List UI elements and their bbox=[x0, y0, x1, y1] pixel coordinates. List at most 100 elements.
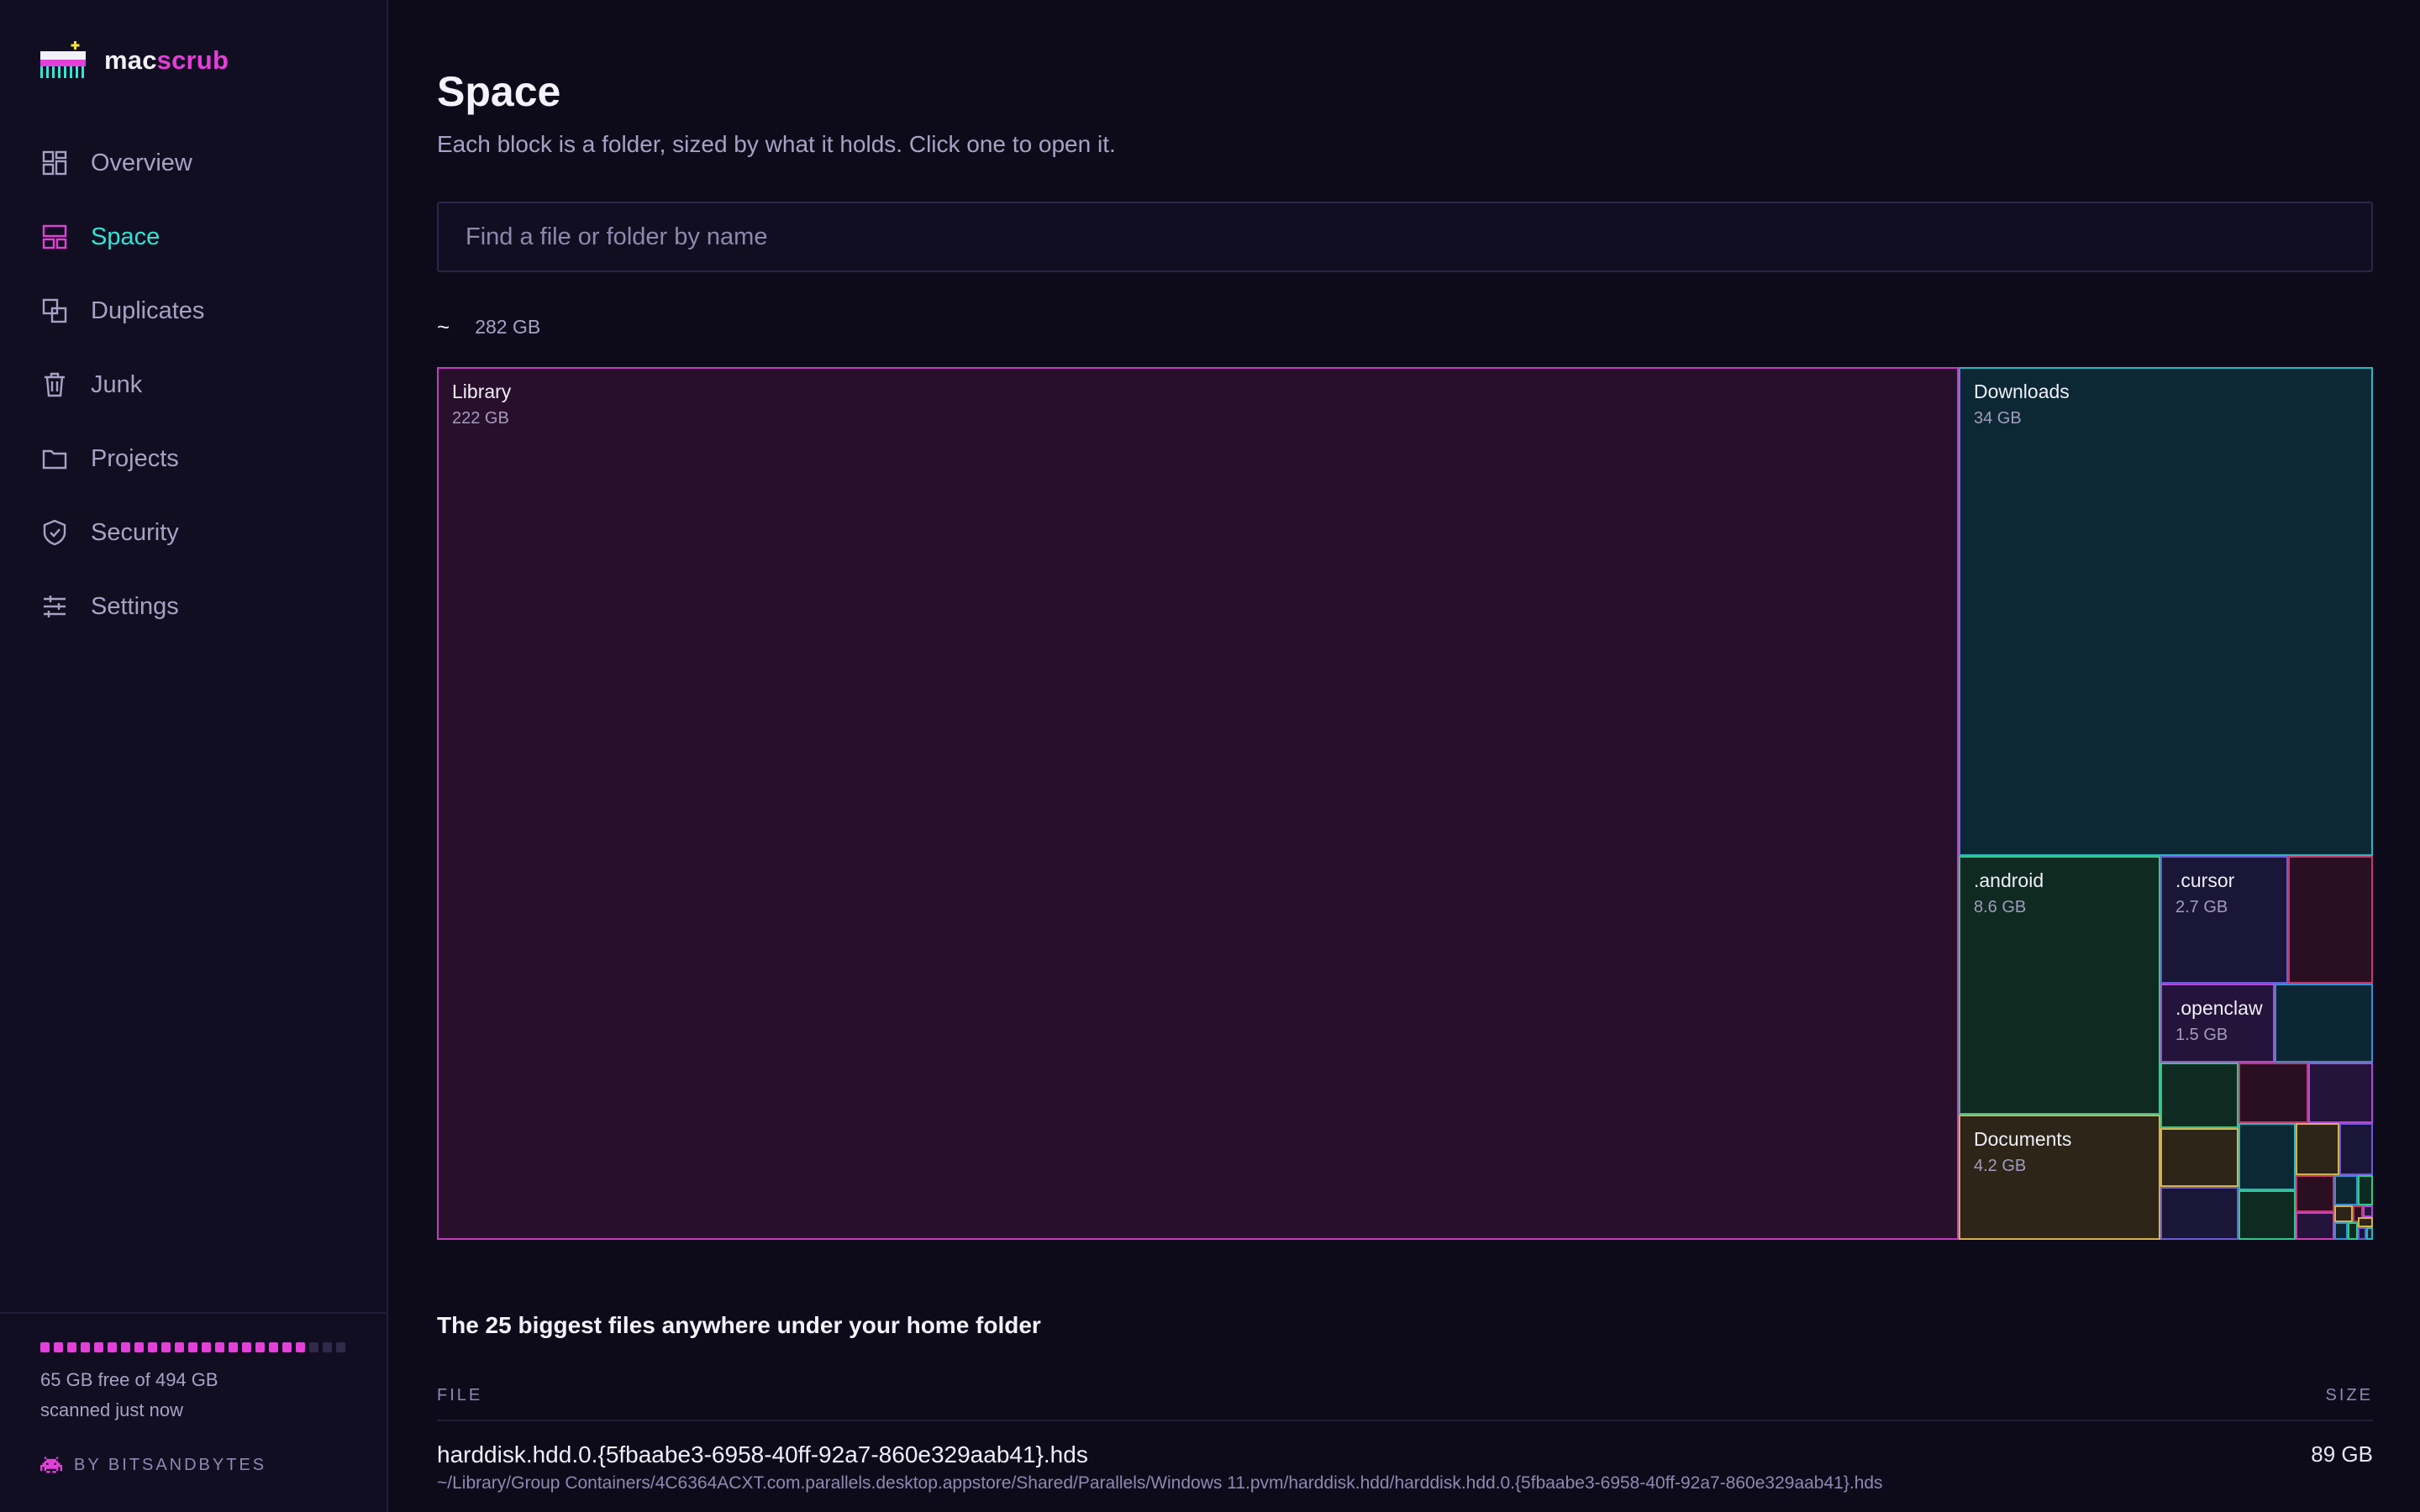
treemap-tile[interactable] bbox=[2238, 1063, 2308, 1123]
treemap-tile-downloads[interactable]: Downloads 34 GB bbox=[1959, 367, 2373, 856]
storage-meter-segment bbox=[323, 1342, 332, 1352]
storage-meter-segment bbox=[94, 1342, 103, 1352]
treemap-tile[interactable] bbox=[2334, 1205, 2353, 1222]
storage-free-text: 65 GB free of 494 GB bbox=[40, 1369, 218, 1390]
app-name-part1: mac bbox=[104, 45, 157, 75]
treemap-tile-android[interactable]: .android 8.6 GB bbox=[1959, 856, 2160, 1115]
storage-meter-segment bbox=[175, 1342, 184, 1352]
treemap-tile[interactable] bbox=[2358, 1175, 2373, 1205]
page-subtitle: Each block is a folder, sized by what it… bbox=[437, 131, 1116, 157]
storage-meter-segment bbox=[242, 1342, 251, 1352]
storage-meter-segment bbox=[108, 1342, 117, 1352]
column-header-size: SIZE bbox=[2325, 1386, 2373, 1404]
tile-size: 34 GB bbox=[1974, 409, 2022, 428]
sidebar-item-junk[interactable]: Junk bbox=[0, 348, 387, 422]
sidebar-item-space[interactable]: Space bbox=[0, 200, 387, 274]
treemap: Library 222 GB Downloads 34 GB .android … bbox=[437, 367, 2373, 1240]
treemap-tile[interactable] bbox=[2358, 1227, 2366, 1240]
storage-meter-segment bbox=[81, 1342, 90, 1352]
treemap-tile[interactable] bbox=[2334, 1175, 2358, 1205]
storage-meter-segment bbox=[229, 1342, 238, 1352]
space-invader-icon bbox=[40, 1457, 62, 1473]
sidebar-nav: Overview Space Duplicates Junk Projects … bbox=[0, 126, 387, 643]
treemap-tile[interactable] bbox=[2339, 1123, 2373, 1175]
storage-meter bbox=[40, 1342, 345, 1352]
treemap-tile[interactable] bbox=[2160, 1128, 2238, 1187]
sidebar-item-settings[interactable]: Settings bbox=[0, 570, 387, 643]
sidebar-item-label: Overview bbox=[91, 149, 192, 176]
tile-name: Documents bbox=[1974, 1128, 2072, 1150]
storage-meter-segment bbox=[336, 1342, 345, 1352]
search-input[interactable] bbox=[437, 202, 2373, 272]
storage-meter-segment bbox=[296, 1342, 305, 1352]
credit[interactable]: BY BITSANDBYTES bbox=[40, 1455, 266, 1475]
tile-size: 2.7 GB bbox=[2175, 898, 2228, 916]
storage-meter-segment bbox=[309, 1342, 318, 1352]
app-name: macscrub bbox=[104, 45, 229, 76]
credit-text: BY BITSANDBYTES bbox=[74, 1455, 267, 1474]
scan-status: scanned just now bbox=[40, 1399, 183, 1420]
treemap-tile[interactable] bbox=[2366, 1227, 2373, 1240]
duplicates-icon bbox=[42, 298, 67, 323]
file-path: ~/Library/Group Containers/4C6364ACXT.co… bbox=[437, 1473, 1883, 1493]
treemap-tile[interactable] bbox=[2296, 1175, 2334, 1212]
storage-meter-segment bbox=[255, 1342, 265, 1352]
tile-size: 222 GB bbox=[452, 409, 509, 428]
storage-meter-segment bbox=[134, 1342, 144, 1352]
sidebar-item-duplicates[interactable]: Duplicates bbox=[0, 274, 387, 348]
sidebar-item-label: Settings bbox=[91, 592, 179, 620]
sidebar-item-label: Junk bbox=[91, 370, 143, 398]
treemap-tile[interactable] bbox=[2296, 1212, 2334, 1240]
sidebar-item-label: Duplicates bbox=[91, 297, 205, 324]
treemap-tile-documents[interactable]: Documents 4.2 GB bbox=[1959, 1115, 2160, 1240]
tile-name: .openclaw bbox=[2175, 997, 2263, 1019]
main-content: Space Each block is a folder, sized by w… bbox=[388, 0, 2420, 1512]
brand: macscrub bbox=[40, 40, 229, 81]
column-header-file: FILE bbox=[437, 1386, 483, 1404]
sliders-icon bbox=[44, 596, 66, 617]
space-icon bbox=[42, 224, 67, 249]
storage-meter-segment bbox=[202, 1342, 211, 1352]
treemap-tile[interactable] bbox=[2275, 984, 2373, 1063]
treemap-tile[interactable] bbox=[2288, 856, 2373, 984]
treemap-tile[interactable] bbox=[2160, 1187, 2238, 1240]
treemap-tile-cursor[interactable]: .cursor 2.7 GB bbox=[2160, 856, 2288, 984]
breadcrumb-home[interactable]: ~ bbox=[437, 314, 450, 340]
treemap-tile[interactable] bbox=[2308, 1063, 2373, 1123]
treemap-tile[interactable] bbox=[2238, 1190, 2296, 1240]
tile-name: .android bbox=[1974, 869, 2044, 891]
page-title: Space bbox=[437, 68, 561, 115]
table-divider bbox=[437, 1420, 2373, 1421]
storage-meter-segment bbox=[269, 1342, 278, 1352]
sidebar-item-label: Security bbox=[91, 518, 179, 546]
storage-meter-segment bbox=[188, 1342, 197, 1352]
sidebar-item-overview[interactable]: Overview bbox=[0, 126, 387, 200]
storage-meter-segment bbox=[40, 1342, 50, 1352]
treemap-tile[interactable] bbox=[2363, 1205, 2373, 1217]
treemap-tile[interactable] bbox=[2334, 1222, 2348, 1240]
sidebar-item-security[interactable]: Security bbox=[0, 496, 387, 570]
tile-name: Downloads bbox=[1974, 381, 2070, 402]
sidebar-item-label: Space bbox=[91, 223, 160, 250]
treemap-tile[interactable] bbox=[2358, 1217, 2373, 1227]
app-name-part2: scrub bbox=[156, 45, 229, 75]
sidebar-item-projects[interactable]: Projects bbox=[0, 422, 387, 496]
tile-size: 4.2 GB bbox=[1974, 1157, 2027, 1175]
treemap-tile[interactable] bbox=[2160, 1063, 2238, 1128]
treemap-tile-openclaw[interactable]: .openclaw 1.5 GB bbox=[2160, 984, 2275, 1063]
treemap-tile[interactable] bbox=[2296, 1123, 2339, 1175]
storage-meter-segment bbox=[121, 1342, 130, 1352]
file-size: 89 GB bbox=[2311, 1441, 2373, 1467]
app-window: macscrub Overview Space Duplicates Junk … bbox=[0, 0, 2420, 1512]
treemap-tile-library[interactable]: Library 222 GB bbox=[437, 367, 1959, 1240]
treemap-tile[interactable] bbox=[2238, 1123, 2296, 1190]
breadcrumb-total-size: 282 GB bbox=[475, 316, 541, 338]
storage-meter-segment bbox=[161, 1342, 171, 1352]
overview-icon bbox=[42, 150, 67, 176]
storage-meter-segment bbox=[54, 1342, 63, 1352]
storage-meter-segment bbox=[67, 1342, 76, 1352]
biggest-files-heading: The 25 biggest files anywhere under your… bbox=[437, 1312, 1041, 1338]
storage-meter-segment bbox=[282, 1342, 292, 1352]
storage-meter-segment bbox=[148, 1342, 157, 1352]
treemap-tile[interactable] bbox=[2348, 1222, 2358, 1240]
